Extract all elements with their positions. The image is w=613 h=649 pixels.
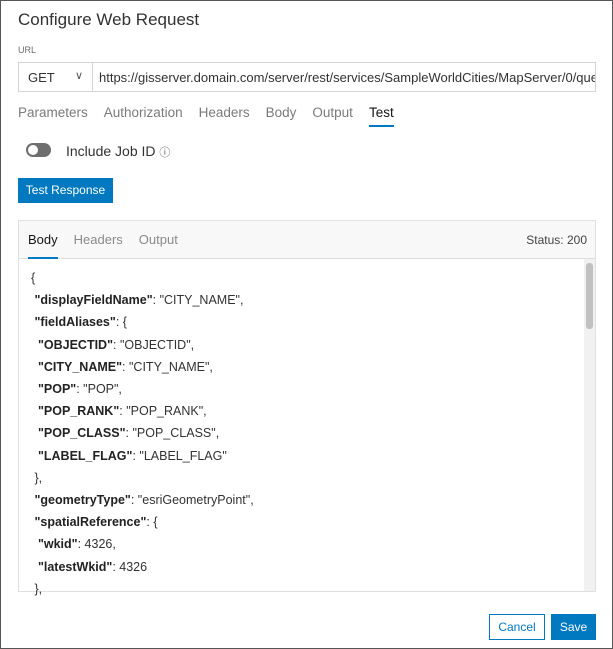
cancel-button[interactable]: Cancel: [489, 614, 545, 640]
json-key: "POP_RANK": [37, 404, 120, 419]
json-value: : "CITY_NAME",: [122, 359, 213, 374]
json-key: "displayFieldName": [34, 293, 153, 308]
json-key: "LABEL_FLAG": [37, 448, 133, 463]
json-key: "POP": [37, 382, 77, 397]
test-response-button[interactable]: Test Response: [18, 178, 113, 203]
response-body: { "displayFieldName": "CITY_NAME", "fiel…: [31, 267, 254, 600]
json-value: : 4326: [112, 559, 148, 574]
json-key: "geometryType": [34, 493, 131, 508]
json-value: : "OBJECTID",: [113, 337, 195, 352]
chevron-down-icon: ∨: [74, 70, 83, 82]
config-tabs: Parameters Authorization Headers Body Ou…: [18, 105, 394, 127]
code-line: },: [31, 467, 254, 489]
code-line: },: [31, 578, 254, 600]
tab-headers[interactable]: Headers: [199, 105, 250, 127]
tab-body[interactable]: Body: [266, 105, 297, 127]
tab-parameters[interactable]: Parameters: [18, 105, 88, 127]
json-value: },: [34, 470, 43, 485]
status-badge: Status: 200: [526, 233, 587, 247]
code-line: "wkid": 4326,: [31, 533, 254, 555]
code-line: "spatialReference": {: [31, 511, 254, 533]
include-job-id-label: Include Job ID ⓘ: [66, 143, 170, 160]
json-key: "CITY_NAME": [37, 359, 123, 374]
json-value: },: [34, 581, 43, 596]
code-line: "CITY_NAME": "CITY_NAME",: [31, 356, 254, 378]
code-line: "displayFieldName": "CITY_NAME",: [31, 289, 254, 311]
json-value: : "esriGeometryPoint",: [130, 493, 254, 508]
status-label: Status:: [526, 233, 564, 247]
code-line: "POP_RANK": "POP_RANK",: [31, 400, 254, 422]
code-line: "LABEL_FLAG": "LABEL_FLAG": [31, 445, 254, 467]
method-value: GET: [28, 70, 55, 85]
save-button[interactable]: Save: [551, 614, 596, 640]
url-input[interactable]: https://gisserver.domain.com/server/rest…: [92, 62, 596, 92]
response-header: Body Headers Output Status: 200: [19, 221, 595, 259]
info-icon[interactable]: ⓘ: [159, 147, 170, 159]
tab-test[interactable]: Test: [368, 105, 394, 127]
code-line: "fieldAliases": {: [31, 311, 254, 333]
dialog-title: Configure Web Request: [18, 10, 200, 29]
scrollbar-thumb[interactable]: [586, 263, 593, 329]
code-line: "latestWkid": 4326: [31, 556, 254, 578]
method-select[interactable]: GET ∨: [18, 62, 93, 92]
json-key: "latestWkid": [37, 559, 113, 574]
json-key: "OBJECTID": [37, 337, 114, 352]
json-key: "fieldAliases": [34, 315, 116, 330]
json-value: : "CITY_NAME",: [152, 293, 244, 308]
status-value: 200: [566, 233, 587, 247]
response-panel: Body Headers Output Status: 200 { "displ…: [18, 220, 596, 596]
json-value: : {: [146, 515, 158, 530]
code-line: "POP_CLASS": "POP_CLASS",: [31, 422, 254, 444]
json-value: : 4326,: [77, 537, 116, 552]
include-job-id-text: Include Job ID: [66, 143, 156, 159]
response-tab-headers[interactable]: Headers: [74, 232, 123, 259]
json-key: "POP_CLASS": [37, 426, 126, 441]
tab-authorization[interactable]: Authorization: [104, 105, 183, 127]
json-value: : "POP",: [76, 382, 122, 397]
tab-output[interactable]: Output: [312, 105, 353, 127]
url-label: URL: [18, 45, 37, 55]
json-key: "spatialReference": [34, 515, 147, 530]
response-tab-output[interactable]: Output: [139, 232, 178, 259]
code-line: "POP": "POP",: [31, 378, 254, 400]
json-value: : "POP_CLASS",: [125, 426, 220, 441]
code-line: "geometryType": "esriGeometryPoint",: [31, 489, 254, 511]
json-value: : {: [115, 315, 127, 330]
json-value: {: [31, 271, 36, 285]
json-value: : "LABEL_FLAG": [132, 448, 227, 463]
code-line: {: [31, 267, 254, 289]
code-line: "OBJECTID": "OBJECTID",: [31, 334, 254, 356]
json-key: "wkid": [37, 537, 78, 552]
include-job-id-toggle[interactable]: [26, 143, 51, 157]
json-value: : "POP_RANK",: [119, 404, 207, 419]
response-tab-body[interactable]: Body: [28, 232, 58, 259]
